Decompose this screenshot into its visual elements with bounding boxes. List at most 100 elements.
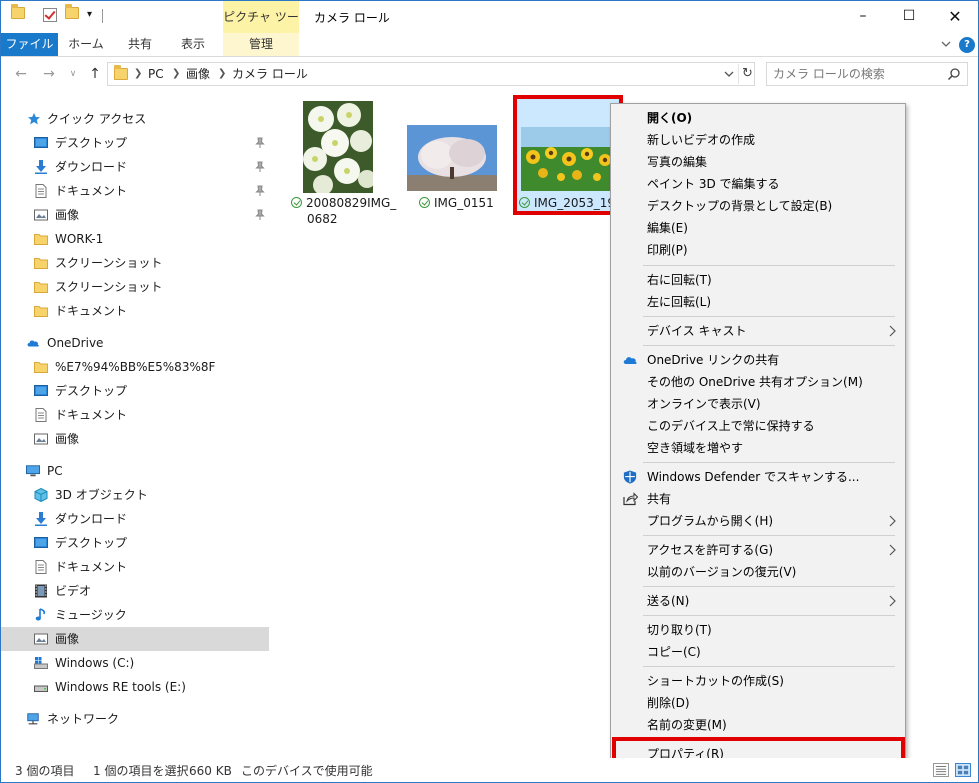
menu-item-send-to[interactable]: 送る(N) [613, 590, 903, 612]
desktop-icon [34, 537, 48, 548]
breadcrumb-separator[interactable]: ❯ [134, 63, 142, 85]
menu-separator [643, 462, 895, 463]
pin-icon[interactable] [255, 209, 265, 221]
nav-item-music[interactable]: ミュージック [1, 603, 269, 627]
menu-item-cast-to-device[interactable]: デバイス キャスト [613, 320, 903, 342]
menu-item-share[interactable]: 共有 [613, 488, 903, 510]
breadcrumb-camera-roll[interactable]: カメラ ロール [232, 63, 308, 85]
properties-check-icon[interactable] [43, 8, 57, 22]
menu-item-always-keep[interactable]: このデバイス上で常に保持する [613, 415, 903, 437]
file-item[interactable]: IMG_0151 [405, 99, 501, 215]
available-status-icon [419, 197, 430, 208]
nav-item-onedrive-documents[interactable]: ドキュメント [1, 403, 269, 427]
ribbon-tabs: ファイル ホーム 共有 表示 管理 ? [1, 33, 978, 57]
network-icon [27, 713, 39, 725]
navigation-pane: クイック アクセス デスクトップ ダウンロード ドキュメント 画像 WORK-1 [1, 93, 269, 757]
menu-item-view-online[interactable]: オンラインで表示(V) [613, 393, 903, 415]
menu-item-rotate-left[interactable]: 左に回転(L) [613, 291, 903, 313]
close-button[interactable]: ✕ [932, 1, 978, 32]
nav-item-screenshots-2[interactable]: スクリーンショット [1, 275, 269, 299]
recent-locations-button[interactable]: ∨ [63, 64, 83, 84]
file-item[interactable]: 20080829IMG_ 0682 [291, 99, 396, 229]
nav-item-documents[interactable]: ドキュメント [1, 179, 269, 203]
nav-item-downloads[interactable]: ダウンロード [1, 155, 269, 179]
menu-item-rotate-right[interactable]: 右に回転(T) [613, 269, 903, 291]
tab-manage[interactable]: 管理 [223, 33, 299, 56]
chevron-down-icon[interactable] [722, 67, 736, 81]
menu-item-edit-photo[interactable]: 写真の編集 [613, 151, 903, 173]
search-icon[interactable] [947, 67, 961, 81]
refresh-button[interactable]: ↻ [738, 64, 756, 84]
new-folder-icon[interactable] [65, 4, 79, 19]
breadcrumb-separator[interactable]: ❯ [172, 63, 180, 85]
back-button[interactable]: ← [11, 64, 31, 84]
pin-icon[interactable] [255, 137, 265, 149]
nav-onedrive[interactable]: OneDrive [1, 331, 269, 355]
chevron-right-icon [889, 515, 896, 527]
chevron-down-icon[interactable] [939, 37, 953, 51]
nav-item-pictures[interactable]: 画像 [1, 203, 269, 227]
menu-item-print[interactable]: 印刷(P) [613, 239, 903, 261]
minimize-button[interactable]: – [840, 1, 886, 32]
tab-share[interactable]: 共有 [117, 33, 163, 56]
menu-item-open[interactable]: 開く(O) [613, 107, 903, 129]
pin-icon[interactable] [255, 185, 265, 197]
breadcrumb-pc[interactable]: PC [148, 63, 164, 85]
nav-item-documents-folder[interactable]: ドキュメント [1, 299, 269, 323]
nav-item-onedrive-pictures[interactable]: 画像 [1, 427, 269, 451]
menu-item-create-shortcut[interactable]: ショートカットの作成(S) [613, 670, 903, 692]
menu-item-open-with[interactable]: プログラムから開く(H) [613, 510, 903, 532]
nav-pc[interactable]: PC [1, 459, 269, 483]
address-bar[interactable]: ❯ PC ❯ 画像 ❯ カメラ ロール ↻ [107, 62, 755, 86]
folder-icon[interactable] [11, 4, 25, 19]
pin-icon[interactable] [255, 161, 265, 173]
menu-item-set-background[interactable]: デスクトップの背景として設定(B) [613, 195, 903, 217]
menu-separator [643, 535, 895, 536]
tab-file[interactable]: ファイル [1, 33, 58, 56]
nav-item-desktop[interactable]: デスクトップ [1, 131, 269, 155]
menu-item-defender-scan[interactable]: Windows Defender でスキャンする... [613, 466, 903, 488]
menu-separator [643, 345, 895, 346]
document-icon [35, 560, 47, 574]
nav-item-videos[interactable]: ビデオ [1, 579, 269, 603]
nav-network[interactable]: ネットワーク [1, 707, 269, 731]
nav-item-onedrive-desktop[interactable]: デスクトップ [1, 379, 269, 403]
forward-button[interactable]: → [39, 64, 59, 84]
nav-item-screenshots[interactable]: スクリーンショット [1, 251, 269, 275]
menu-item-copy[interactable]: コピー(C) [613, 641, 903, 663]
nav-item-pc-pictures[interactable]: 画像 [1, 627, 269, 651]
search-input[interactable]: カメラ ロールの検索 [766, 62, 968, 86]
details-view-icon[interactable] [933, 763, 949, 777]
nav-item-pc-downloads[interactable]: ダウンロード [1, 507, 269, 531]
menu-item-edit-paint3d[interactable]: ペイント 3D で編集する [613, 173, 903, 195]
up-button[interactable]: ↑ [85, 64, 105, 84]
menu-item-edit[interactable]: 編集(E) [613, 217, 903, 239]
help-icon[interactable]: ? [959, 37, 975, 53]
maximize-button[interactable]: ☐ [886, 1, 932, 32]
nav-item-drive-c[interactable]: Windows (C:) [1, 651, 269, 675]
menu-item-free-up-space[interactable]: 空き領域を増やす [613, 437, 903, 459]
menu-item-onedrive-share-link[interactable]: OneDrive リンクの共有 [613, 349, 903, 371]
breadcrumb-separator[interactable]: ❯ [218, 63, 226, 85]
tab-home[interactable]: ホーム [63, 33, 109, 56]
nav-item-pc-documents[interactable]: ドキュメント [1, 555, 269, 579]
breadcrumb-pictures[interactable]: 画像 [186, 63, 210, 85]
tab-view[interactable]: 表示 [170, 33, 216, 56]
menu-separator [643, 586, 895, 587]
menu-item-onedrive-more-options[interactable]: その他の OneDrive 共有オプション(M) [613, 371, 903, 393]
menu-item-give-access[interactable]: アクセスを許可する(G) [613, 539, 903, 561]
nav-item-pc-desktop[interactable]: デスクトップ [1, 531, 269, 555]
customize-toolbar-icon[interactable]: ▾ [87, 9, 92, 20]
nav-item-onedrive-folder[interactable]: %E7%94%BB%E5%83%8F [1, 355, 269, 379]
menu-item-rename[interactable]: 名前の変更(M) [613, 714, 903, 736]
nav-item-drive-e[interactable]: Windows RE tools (E:) [1, 675, 269, 699]
large-icons-view-icon[interactable] [955, 763, 971, 777]
menu-item-delete[interactable]: 削除(D) [613, 692, 903, 714]
menu-item-cut[interactable]: 切り取り(T) [613, 619, 903, 641]
nav-item-3d-objects[interactable]: 3D オブジェクト [1, 483, 269, 507]
nav-quick-access[interactable]: クイック アクセス [1, 107, 269, 131]
menu-item-restore-previous[interactable]: 以前のバージョンの復元(V) [613, 561, 903, 583]
video-icon [35, 584, 47, 598]
menu-item-new-video[interactable]: 新しいビデオの作成 [613, 129, 903, 151]
nav-item-work-1[interactable]: WORK-1 [1, 227, 269, 251]
